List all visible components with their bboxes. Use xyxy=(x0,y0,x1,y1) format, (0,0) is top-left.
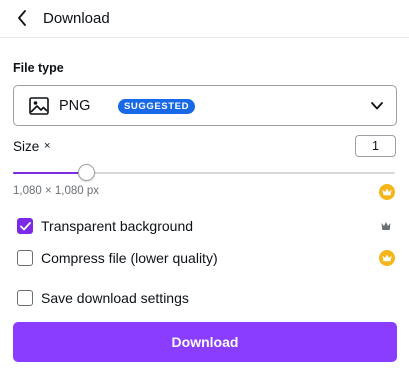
size-slider[interactable] xyxy=(13,164,395,181)
size-label: Size xyxy=(13,139,40,154)
dimensions-text: 1,080 × 1,080 px xyxy=(13,185,100,197)
chevron-down-icon xyxy=(371,102,383,110)
size-multiplier-symbol: × xyxy=(44,140,51,152)
transparent-background-checkbox[interactable] xyxy=(17,218,33,234)
file-type-value: PNG xyxy=(59,98,91,114)
crown-gold-icon xyxy=(379,184,395,200)
chevron-left-icon xyxy=(18,10,26,26)
transparent-background-option[interactable]: Transparent background xyxy=(17,217,193,235)
slider-thumb[interactable] xyxy=(77,164,95,181)
compress-file-label: Compress file (lower quality) xyxy=(41,250,218,266)
transparent-background-label: Transparent background xyxy=(41,218,194,234)
file-type-select[interactable]: PNG SUGGESTED xyxy=(13,85,397,126)
save-download-settings-checkbox[interactable] xyxy=(17,290,33,306)
download-button[interactable]: Download xyxy=(13,322,397,362)
crown-gold-icon xyxy=(379,250,395,266)
panel-header: Download xyxy=(0,0,409,38)
compress-file-checkbox[interactable] xyxy=(17,250,33,266)
suggested-badge: SUGGESTED xyxy=(118,99,196,114)
slider-fill xyxy=(13,172,86,174)
image-icon xyxy=(29,97,49,115)
check-icon xyxy=(19,221,31,230)
page-title: Download xyxy=(43,10,110,27)
size-multiplier-input[interactable] xyxy=(355,135,396,157)
file-type-label: File type xyxy=(13,61,64,75)
crown-grey-icon xyxy=(381,222,391,230)
save-download-settings-option[interactable]: Save download settings xyxy=(17,289,189,307)
compress-file-option[interactable]: Compress file (lower quality) xyxy=(17,249,218,267)
save-download-settings-label: Save download settings xyxy=(41,290,189,306)
back-button[interactable] xyxy=(12,8,32,28)
